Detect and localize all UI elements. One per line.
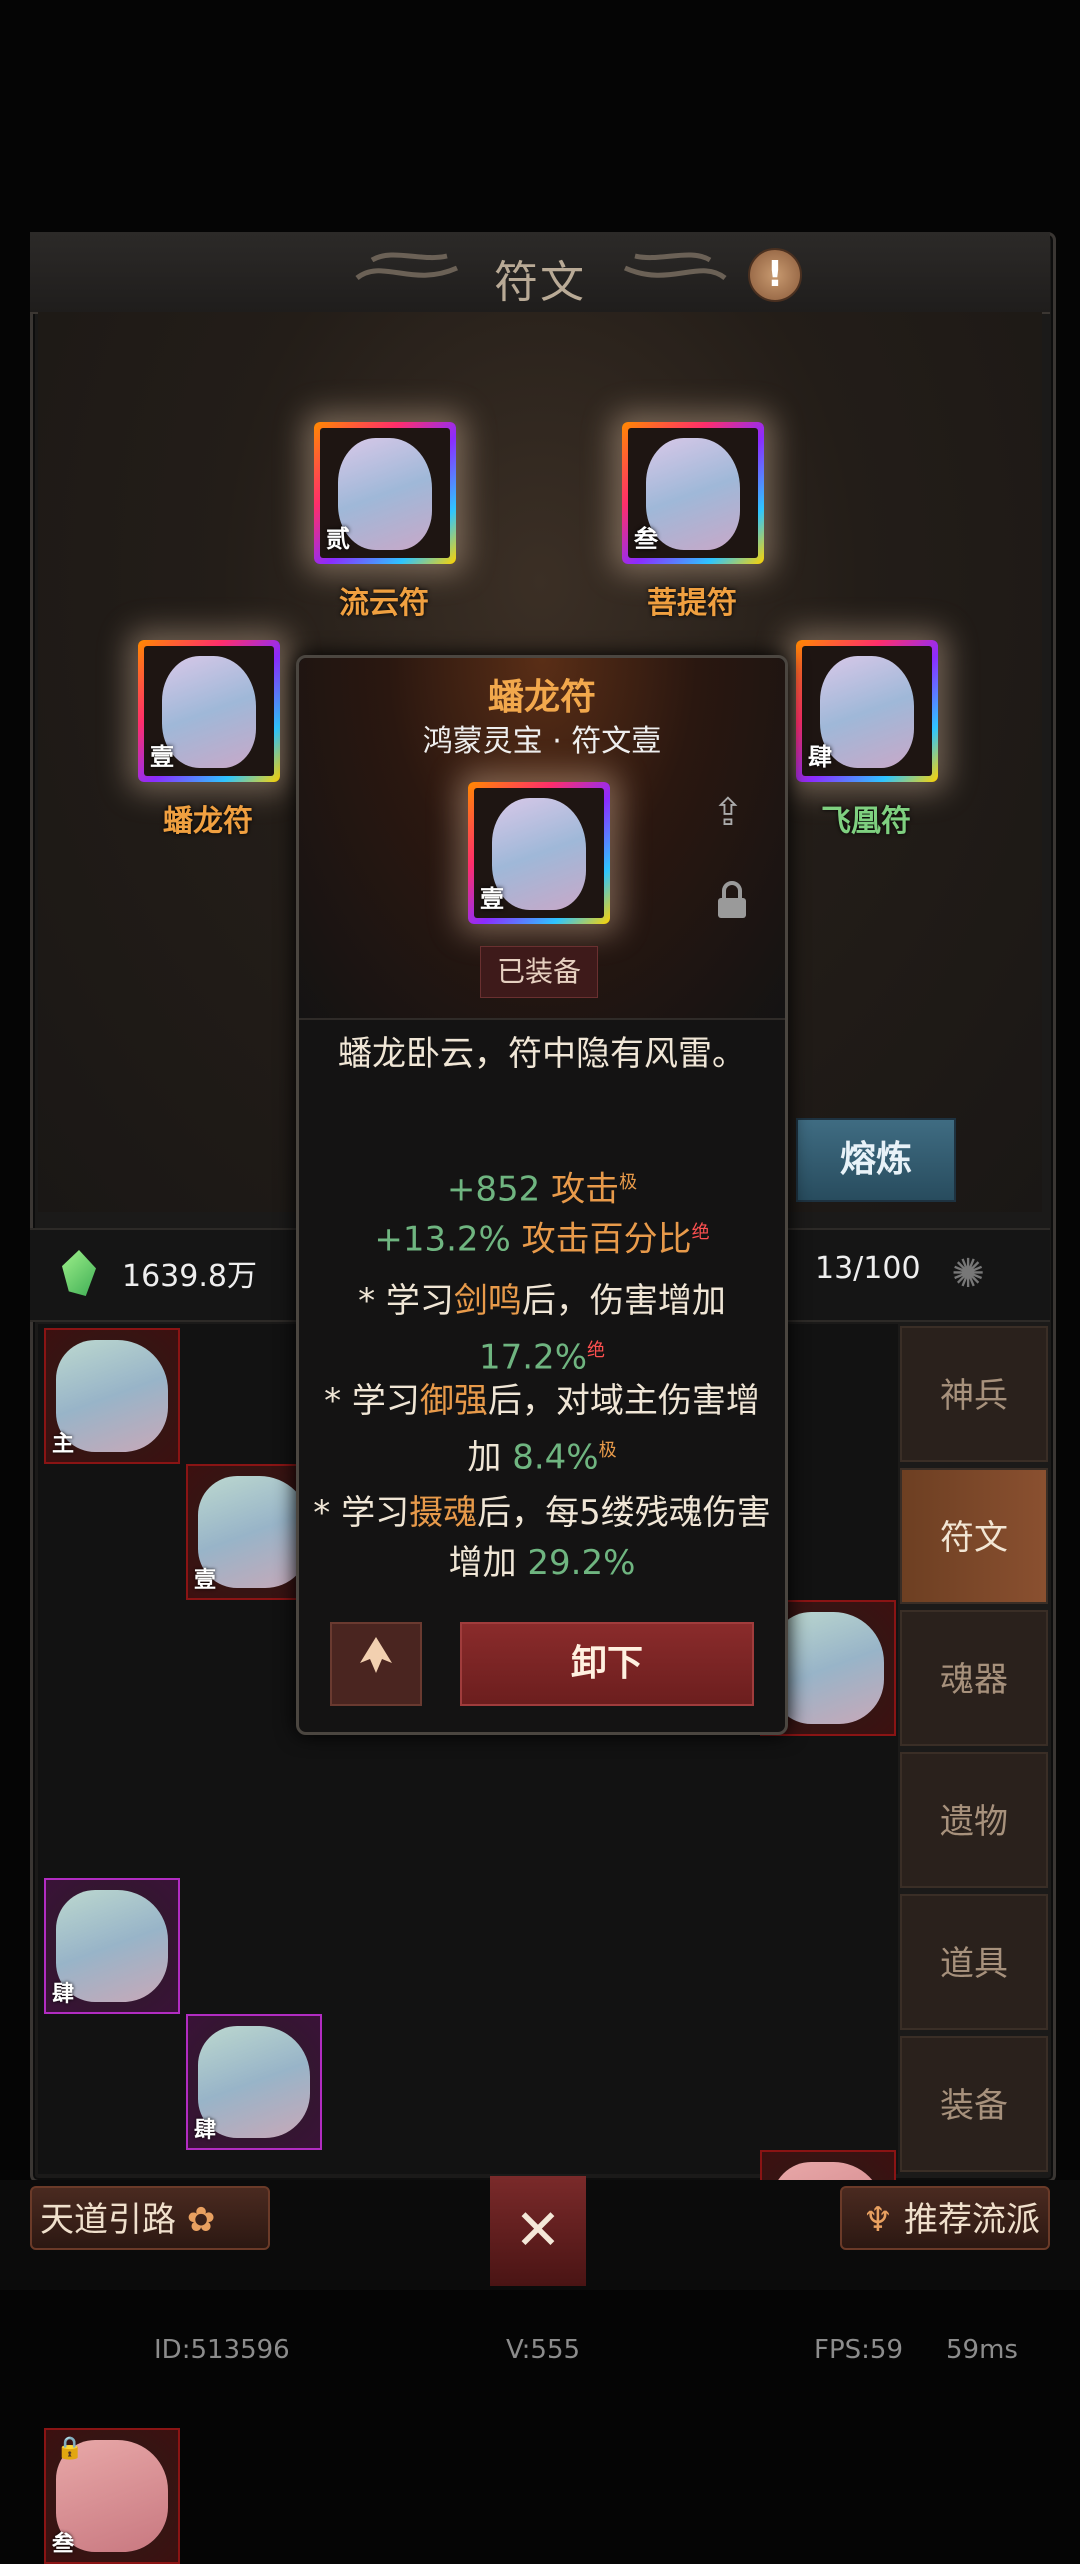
- tab-relics[interactable]: 遗物: [900, 1752, 1048, 1888]
- effect-2: * 学习御强后，对域主伤害增加 8.4%极: [310, 1376, 774, 1482]
- stat-grade: 绝: [691, 1222, 710, 1243]
- info-button[interactable]: !: [748, 248, 802, 302]
- currency-amount: 1639.8万: [122, 1259, 257, 1294]
- effect-value: 17.2%: [478, 1337, 587, 1378]
- effect-prefix: * 学习: [313, 1493, 410, 1533]
- rune-stone-icon: [820, 656, 914, 768]
- effect-grade: 绝: [587, 1340, 605, 1361]
- recommend-build-button[interactable]: ♆ 推荐流派: [840, 2186, 1050, 2250]
- rune-stone-icon: [338, 438, 432, 550]
- inventory-item[interactable]: 肆: [186, 2014, 322, 2150]
- rune-slot-label: 蟠龙符: [163, 804, 253, 839]
- settings-icon[interactable]: ✺: [944, 1250, 992, 1298]
- inventory-item[interactable]: 🔒 叁: [44, 2428, 180, 2564]
- effect-value: 29.2%: [527, 1543, 636, 1583]
- slot-number: 贰: [326, 525, 350, 553]
- rune-stone-icon: [772, 1612, 884, 1724]
- rune-slot-label: 飞凰符: [821, 804, 911, 839]
- item-number: 叁: [52, 2532, 75, 2557]
- stat-name: 攻击: [551, 1169, 620, 1210]
- popup-title: 蟠龙符: [487, 677, 596, 718]
- sect-icon: ♆: [862, 2200, 894, 2240]
- inventory-item[interactable]: 主: [44, 1328, 180, 1464]
- slot-number: 肆: [808, 743, 832, 771]
- effect-skill: 御强: [419, 1381, 488, 1421]
- lock-icon: 🔒: [56, 2436, 84, 2461]
- effect-skill: 剑鸣: [453, 1281, 522, 1321]
- guide-label: 天道引路: [40, 2200, 176, 2240]
- upgrade-arrow-icon: [360, 1637, 392, 1673]
- item-number: 壹: [194, 1568, 217, 1593]
- item-number: 肆: [52, 1982, 75, 2007]
- lotus-icon: ✿: [186, 2200, 216, 2240]
- rune-slot-4[interactable]: 肆: [796, 640, 938, 782]
- tab-equipment[interactable]: 装备: [900, 2036, 1048, 2172]
- title-ornament-right-icon: [623, 252, 727, 281]
- tab-runes[interactable]: 符文: [900, 1468, 1048, 1604]
- effect-1: * 学习剑鸣后，伤害增加 17.2%绝: [310, 1276, 774, 1382]
- rune-slot-1[interactable]: 壹: [138, 640, 280, 782]
- stat-attack: +852 攻击极: [296, 1160, 788, 1212]
- debug-fps: FPS:59: [814, 2335, 903, 2365]
- guide-button[interactable]: 天道引路 ✿: [30, 2186, 270, 2250]
- smelt-button[interactable]: 熔炼: [796, 1118, 956, 1202]
- effect-value: 8.4%: [512, 1437, 599, 1478]
- rune-capacity: 13/100: [815, 1251, 921, 1286]
- popup-subtitle: 鸿蒙灵宝 · 符文壹: [422, 724, 662, 759]
- rune-stone-icon: [162, 656, 256, 768]
- effect-skill: 摄魂: [409, 1493, 478, 1533]
- share-icon[interactable]: ⇪: [712, 790, 744, 834]
- rune-stone-icon: [492, 798, 586, 910]
- effect-grade: 极: [598, 1440, 617, 1461]
- divider: [299, 1018, 785, 1020]
- popup-rune-icon: 壹: [468, 782, 610, 924]
- effect-text: 后，伤害增加: [521, 1281, 726, 1321]
- stat-grade: 极: [619, 1172, 638, 1193]
- item-number: 肆: [194, 2118, 217, 2143]
- debug-latency: 59ms: [946, 2335, 1018, 2365]
- unequip-button[interactable]: 卸下: [460, 1622, 754, 1706]
- debug-id: ID:513596: [154, 2335, 290, 2365]
- upgrade-button[interactable]: [330, 1622, 422, 1706]
- effect-prefix: * 学习: [324, 1381, 420, 1421]
- stat-attack-percent: +13.2% 攻击百分比绝: [296, 1210, 788, 1262]
- rune-stone-icon: [646, 438, 740, 550]
- rune-description: 蟠龙卧云，符中隐有风雷。: [338, 1034, 746, 1074]
- lock-icon[interactable]: [714, 880, 750, 920]
- slot-number: 叁: [634, 525, 658, 553]
- stat-value: +852: [446, 1169, 541, 1210]
- stat-name: 攻击百分比: [521, 1219, 692, 1260]
- slot-number: 壹: [480, 885, 504, 913]
- slot-number: 壹: [150, 743, 174, 771]
- recommend-label: 推荐流派: [904, 2200, 1040, 2240]
- rune-slot-2[interactable]: 贰: [314, 422, 456, 564]
- tab-soul-items[interactable]: 魂器: [900, 1610, 1048, 1746]
- rune-slot-label: 菩提符: [647, 586, 737, 621]
- rune-slot-3[interactable]: 叁: [622, 422, 764, 564]
- panel-title: 符文: [494, 257, 586, 308]
- tab-weapons[interactable]: 神兵: [900, 1326, 1048, 1462]
- equipped-badge: 已装备: [480, 946, 598, 998]
- tab-items[interactable]: 道具: [900, 1894, 1048, 2030]
- stat-value: +13.2%: [374, 1219, 511, 1260]
- rune-slot-label: 流云符: [339, 586, 429, 621]
- crossed-swords-icon: ✕: [514, 2198, 562, 2263]
- debug-version: V:555: [506, 2335, 581, 2365]
- effect-3: * 学习摄魂后，每5缕残魂伤害增加 29.2%: [310, 1488, 774, 1588]
- inventory-item[interactable]: 肆: [44, 1878, 180, 2014]
- close-button[interactable]: ✕: [490, 2176, 586, 2286]
- effect-prefix: * 学习: [358, 1281, 454, 1321]
- item-number: 主: [52, 1432, 75, 1457]
